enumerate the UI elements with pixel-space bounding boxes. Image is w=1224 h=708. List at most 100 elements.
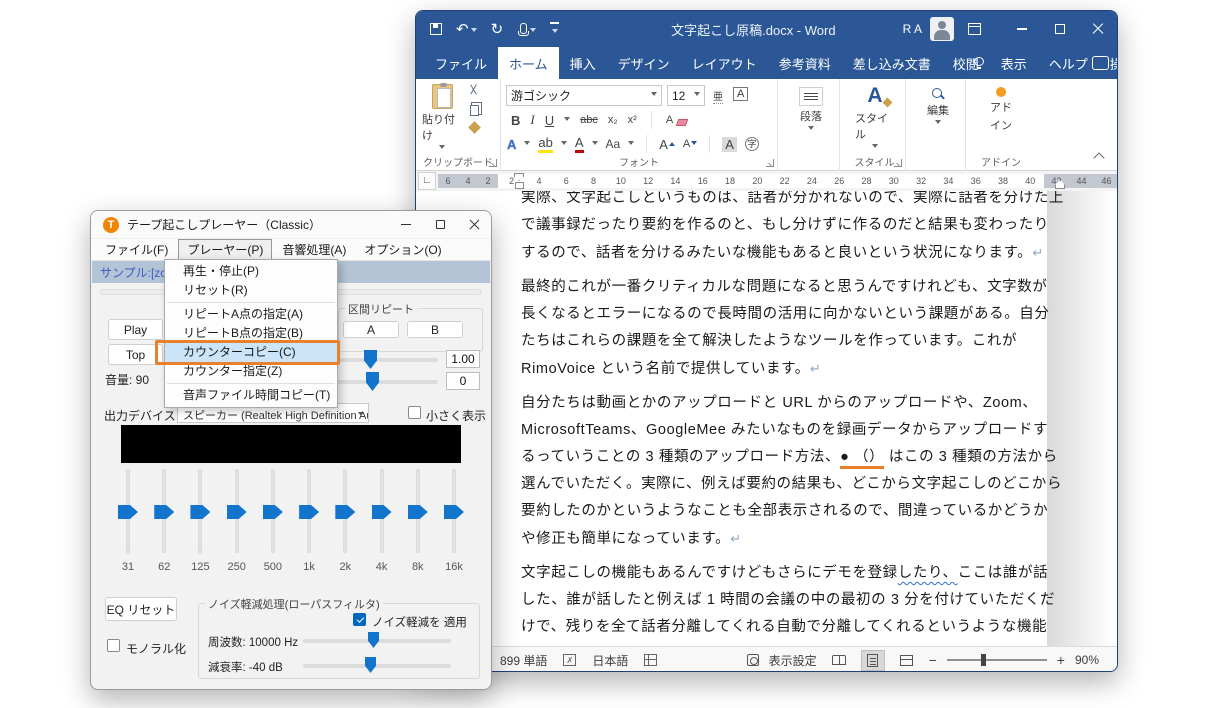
read-mode-button[interactable] — [827, 650, 851, 671]
redo-button[interactable]: ↻ — [491, 22, 504, 37]
eq-slider-thumb[interactable] — [263, 505, 283, 519]
context-menu-item[interactable] — [165, 300, 337, 305]
ribbon-tab[interactable]: ヘルプ — [1038, 47, 1099, 79]
editing-button[interactable]: 編集 — [918, 88, 958, 127]
menubar-item[interactable]: 音響処理(A) — [274, 240, 354, 259]
eq-reset-button[interactable]: EQ リセット — [105, 597, 177, 621]
zoom-level[interactable]: 90% — [1075, 653, 1099, 667]
repeat-a-button[interactable]: A — [343, 321, 399, 338]
shading-button[interactable]: A — [722, 137, 737, 152]
context-menu-item[interactable]: 再生・停止(P) — [165, 262, 337, 281]
proofing-status-icon[interactable]: ✗ — [563, 654, 576, 666]
paragraph-button[interactable]: 段落 — [791, 87, 831, 133]
display-settings-label[interactable]: 表示設定 — [769, 652, 817, 669]
ribbon-tab[interactable]: ファイル — [424, 47, 498, 79]
context-menu-item[interactable]: カウンターコピー(C) — [165, 343, 337, 362]
underline-options-icon[interactable] — [564, 117, 570, 124]
ribbon-tab[interactable]: レイアウト — [681, 47, 768, 79]
superscript-button[interactable]: x² — [628, 114, 637, 126]
paste-button[interactable]: 貼り付け — [422, 84, 462, 152]
ruby-icon[interactable]: 亜 — [713, 88, 723, 104]
compact-view-checkbox[interactable] — [408, 406, 421, 419]
subscript-button[interactable]: x₂ — [608, 114, 618, 126]
ribbon-tab[interactable]: ホーム — [498, 47, 559, 79]
zoom-out-button[interactable]: − — [929, 652, 937, 668]
chevron-down-icon[interactable] — [530, 28, 536, 35]
top-button[interactable]: Top — [108, 344, 163, 365]
web-layout-button[interactable] — [895, 650, 919, 671]
menubar-item[interactable]: プレーヤー(P) — [178, 239, 272, 260]
chevron-down-icon[interactable] — [471, 28, 477, 35]
document-area[interactable]: 実際、文字起こしというものは、話者が分かれないので、実際に話者を分けた上で議事録… — [416, 191, 1117, 646]
maximize-button[interactable] — [423, 211, 457, 239]
eq-slider-thumb[interactable] — [190, 505, 210, 519]
underline-button[interactable]: U — [545, 113, 554, 128]
context-menu-item[interactable]: リピートA点の指定(A) — [165, 305, 337, 324]
avatar[interactable] — [930, 17, 954, 41]
enclose-border-icon[interactable]: A — [733, 87, 748, 101]
copy-icon[interactable] — [470, 105, 479, 116]
comment-icon[interactable] — [1092, 56, 1109, 70]
zoom-in-button[interactable]: + — [1057, 652, 1065, 668]
pitch-slider-thumb[interactable] — [366, 372, 379, 391]
ribbon-tab[interactable]: 差し込み文書 — [842, 47, 942, 79]
noise-apply-checkbox[interactable] — [353, 613, 366, 626]
print-layout-button[interactable] — [861, 650, 885, 671]
font-color-button[interactable]: A — [575, 135, 584, 153]
language-status[interactable]: 日本語 — [592, 652, 628, 669]
undo-button[interactable]: ↶ — [456, 22, 477, 37]
ribbon-display-options-icon[interactable] — [968, 23, 981, 35]
eq-slider-thumb[interactable] — [154, 505, 174, 519]
bold-button[interactable]: B — [511, 113, 520, 128]
menubar-item[interactable]: ファイル(F) — [97, 240, 176, 259]
strikethrough-button[interactable]: abc — [580, 114, 598, 126]
speed-slider-thumb[interactable] — [364, 350, 377, 369]
repeat-b-button[interactable]: B — [407, 321, 463, 338]
speed-value[interactable]: 1.00 — [446, 350, 480, 368]
eq-slider-thumb[interactable] — [444, 505, 464, 519]
minimize-button[interactable] — [389, 211, 423, 239]
highlight-color-button[interactable]: ab — [538, 135, 552, 153]
text-effects-button[interactable]: A — [507, 137, 516, 152]
context-menu-item[interactable]: リセット(R) — [165, 281, 337, 300]
display-settings-icon[interactable] — [747, 654, 759, 666]
shrink-font-button[interactable]: A — [683, 138, 697, 150]
grow-font-button[interactable]: A — [659, 137, 675, 152]
context-menu-item[interactable]: カウンター指定(Z) — [165, 362, 337, 381]
eq-slider-thumb[interactable] — [227, 505, 247, 519]
change-case-button[interactable]: Aa — [606, 137, 621, 151]
tab-selector[interactable]: ∟ — [418, 172, 436, 190]
ribbon-tab[interactable]: 表示 — [990, 47, 1038, 79]
context-menu-item[interactable]: 音声ファイル時間コピー(T) — [165, 386, 337, 405]
font-name-select[interactable]: 游ゴシック — [506, 85, 662, 106]
clear-format-button[interactable]: A — [666, 114, 687, 126]
eq-slider-thumb[interactable] — [372, 505, 392, 519]
context-menu-item[interactable] — [165, 381, 337, 386]
close-button[interactable] — [1079, 11, 1117, 47]
dialog-launcher-icon[interactable] — [894, 159, 902, 167]
eq-slider-thumb[interactable] — [408, 505, 428, 519]
enclose-character-button[interactable]: 字 — [745, 137, 759, 151]
eq-slider-thumb[interactable] — [335, 505, 355, 519]
eq-slider-thumb[interactable] — [299, 505, 319, 519]
word-count[interactable]: 899 単語 — [500, 652, 547, 669]
ribbon-tab[interactable]: 挿入 — [559, 47, 607, 79]
cut-icon[interactable] — [468, 85, 479, 96]
format-painter-icon[interactable] — [468, 121, 481, 134]
mono-checkbox[interactable] — [107, 639, 120, 652]
input-mode-icon[interactable] — [644, 654, 657, 666]
menubar-item[interactable]: オプション(O) — [356, 240, 449, 259]
italic-button[interactable]: I — [530, 112, 534, 128]
touch-mode-button[interactable] — [517, 23, 536, 36]
minimize-button[interactable] — [1003, 11, 1041, 47]
play-button[interactable]: Play — [108, 319, 163, 340]
font-size-select[interactable]: 12 — [667, 85, 705, 106]
ribbon-tab[interactable]: デザイン — [607, 47, 681, 79]
attenuation-slider[interactable] — [303, 664, 451, 668]
styles-button[interactable]: A スタイル — [855, 84, 895, 151]
dialog-launcher-icon[interactable] — [766, 159, 774, 167]
left-indent-marker[interactable] — [515, 182, 524, 189]
dialog-launcher-icon[interactable] — [489, 159, 497, 167]
maximize-button[interactable] — [1041, 11, 1079, 47]
eq-slider-thumb[interactable] — [118, 505, 138, 519]
